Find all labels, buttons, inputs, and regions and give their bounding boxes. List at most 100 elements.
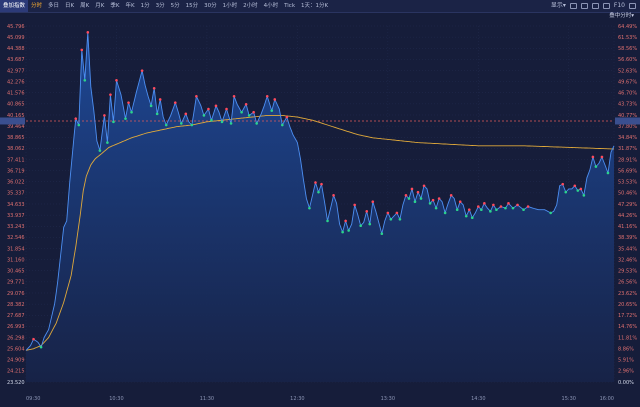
y-tick-left: 41.576 — [7, 91, 25, 97]
f10-button[interactable]: F10 — [614, 0, 625, 12]
up-marker — [353, 203, 356, 207]
y-tick-right: 56.69% — [618, 168, 637, 174]
tab-4[interactable]: 周K — [77, 0, 92, 12]
down-marker — [359, 224, 363, 228]
intraday-chart[interactable]: 45.796 45.099 44.388 43.687 42.977 42.276 41.5… — [0, 12, 640, 407]
tab-14[interactable]: 2小时 — [240, 0, 261, 12]
up-marker — [410, 187, 414, 191]
up-marker — [232, 94, 236, 98]
y-tick-left: 33.243 — [7, 224, 25, 230]
down-marker — [464, 214, 468, 218]
down-marker — [39, 345, 43, 349]
down-marker — [341, 230, 344, 234]
y-tick-right: 35.44% — [618, 246, 637, 252]
down-marker — [428, 202, 432, 205]
down-marker — [124, 117, 127, 120]
tab-3[interactable]: 日K — [62, 0, 77, 12]
y-tick-left: 31.854 — [7, 246, 25, 252]
tab-13[interactable]: 1小时 — [220, 0, 241, 12]
up-marker — [285, 115, 289, 119]
up-marker — [395, 211, 399, 215]
y-tick-right: 17.72% — [618, 313, 637, 319]
tab-7[interactable]: 年K — [122, 0, 137, 12]
settings-icon[interactable] — [569, 3, 577, 9]
display-menu[interactable]: 显示▾ — [551, 0, 566, 12]
up-marker — [591, 155, 595, 159]
window-icon[interactable] — [629, 3, 636, 9]
up-marker — [80, 48, 84, 52]
y-tick-left: 45.099 — [7, 35, 25, 41]
y-tick-left: 43.687 — [7, 57, 25, 63]
down-marker — [98, 149, 102, 152]
up-marker — [579, 187, 583, 191]
y-tick-right: 29.53% — [618, 269, 637, 275]
up-marker — [573, 184, 577, 188]
y-tick-left: 36.022 — [7, 180, 25, 186]
y-tick-right: 0.00% — [618, 380, 634, 386]
x-tick: 14:30 — [471, 396, 485, 402]
y-tick-left: 35.337 — [7, 191, 25, 197]
down-marker — [255, 122, 258, 125]
y-tick-left: 24.215 — [7, 369, 25, 375]
down-marker — [455, 208, 459, 212]
down-marker — [202, 114, 206, 117]
up-marker — [74, 117, 78, 120]
tab-11[interactable]: 15分 — [183, 0, 202, 12]
down-marker — [504, 206, 507, 210]
tab-5[interactable]: 月K — [92, 0, 107, 12]
up-marker — [86, 31, 90, 34]
y-tick-left: 25.604 — [7, 346, 25, 352]
up-marker — [467, 208, 471, 212]
y-tick-left: 38.865 — [7, 135, 25, 141]
up-marker — [499, 205, 503, 208]
fullscreen-icon[interactable] — [602, 3, 610, 9]
down-marker — [511, 206, 515, 210]
down-marker — [413, 200, 417, 204]
up-marker — [127, 101, 130, 104]
down-marker — [190, 123, 194, 127]
up-marker — [140, 69, 144, 72]
y-tick-right: 43.73% — [618, 102, 637, 108]
left-price-tag — [0, 117, 25, 125]
down-marker — [155, 112, 159, 116]
down-marker — [522, 208, 525, 212]
y-tick-right: 53.53% — [618, 180, 637, 186]
up-marker — [32, 337, 35, 341]
x-tick: 12:30 — [290, 396, 304, 402]
y-tick-right: 31.87% — [618, 146, 637, 152]
period-tabs: 叠加指数 分时 多日 日K 周K 月K 季K 年K 1分 3分 5分 15分 30分 1小时 2小时 4小时 T… — [0, 0, 331, 12]
up-marker — [507, 202, 510, 205]
up-marker — [600, 155, 604, 159]
y-tick-left: 26.298 — [7, 335, 25, 341]
y-tick-right: 47.29% — [618, 202, 637, 208]
down-marker — [368, 222, 372, 226]
y-tick-right: 32.46% — [618, 257, 637, 263]
y-tick-right: 23.62% — [618, 291, 637, 297]
up-marker — [332, 194, 335, 197]
down-marker — [83, 78, 87, 82]
tab-0[interactable]: 叠加指数 — [0, 0, 29, 12]
up-marker — [492, 203, 495, 207]
y-tick-left: 38.062 — [7, 146, 25, 152]
y-tick-right: 49.67% — [618, 79, 637, 85]
y-tick-right: 58.56% — [618, 46, 637, 52]
tab-9[interactable]: 3分 — [153, 0, 168, 12]
camera-icon[interactable] — [580, 3, 588, 9]
up-marker — [184, 112, 188, 116]
tab-12[interactable]: 30分 — [201, 0, 220, 12]
tab-6[interactable]: 季K — [107, 0, 122, 12]
tab-10[interactable]: 5分 — [168, 0, 183, 12]
tab-8[interactable]: 1分 — [138, 0, 153, 12]
tab-15[interactable]: 4小时 — [261, 0, 282, 12]
down-marker — [489, 210, 492, 213]
y-tick-left: 36.719 — [7, 168, 25, 174]
tab-2[interactable]: 多日 — [45, 0, 62, 12]
layout-icon[interactable] — [591, 3, 599, 9]
up-marker — [152, 86, 156, 90]
tab-1[interactable]: 分时 — [28, 0, 45, 12]
tab-17[interactable]: 1天：1分K — [298, 0, 331, 12]
y-tick-right: 37.80% — [618, 124, 637, 130]
up-marker — [273, 98, 277, 101]
tab-16[interactable]: Tick — [281, 0, 298, 12]
y-tick-left: 40.865 — [7, 102, 25, 108]
